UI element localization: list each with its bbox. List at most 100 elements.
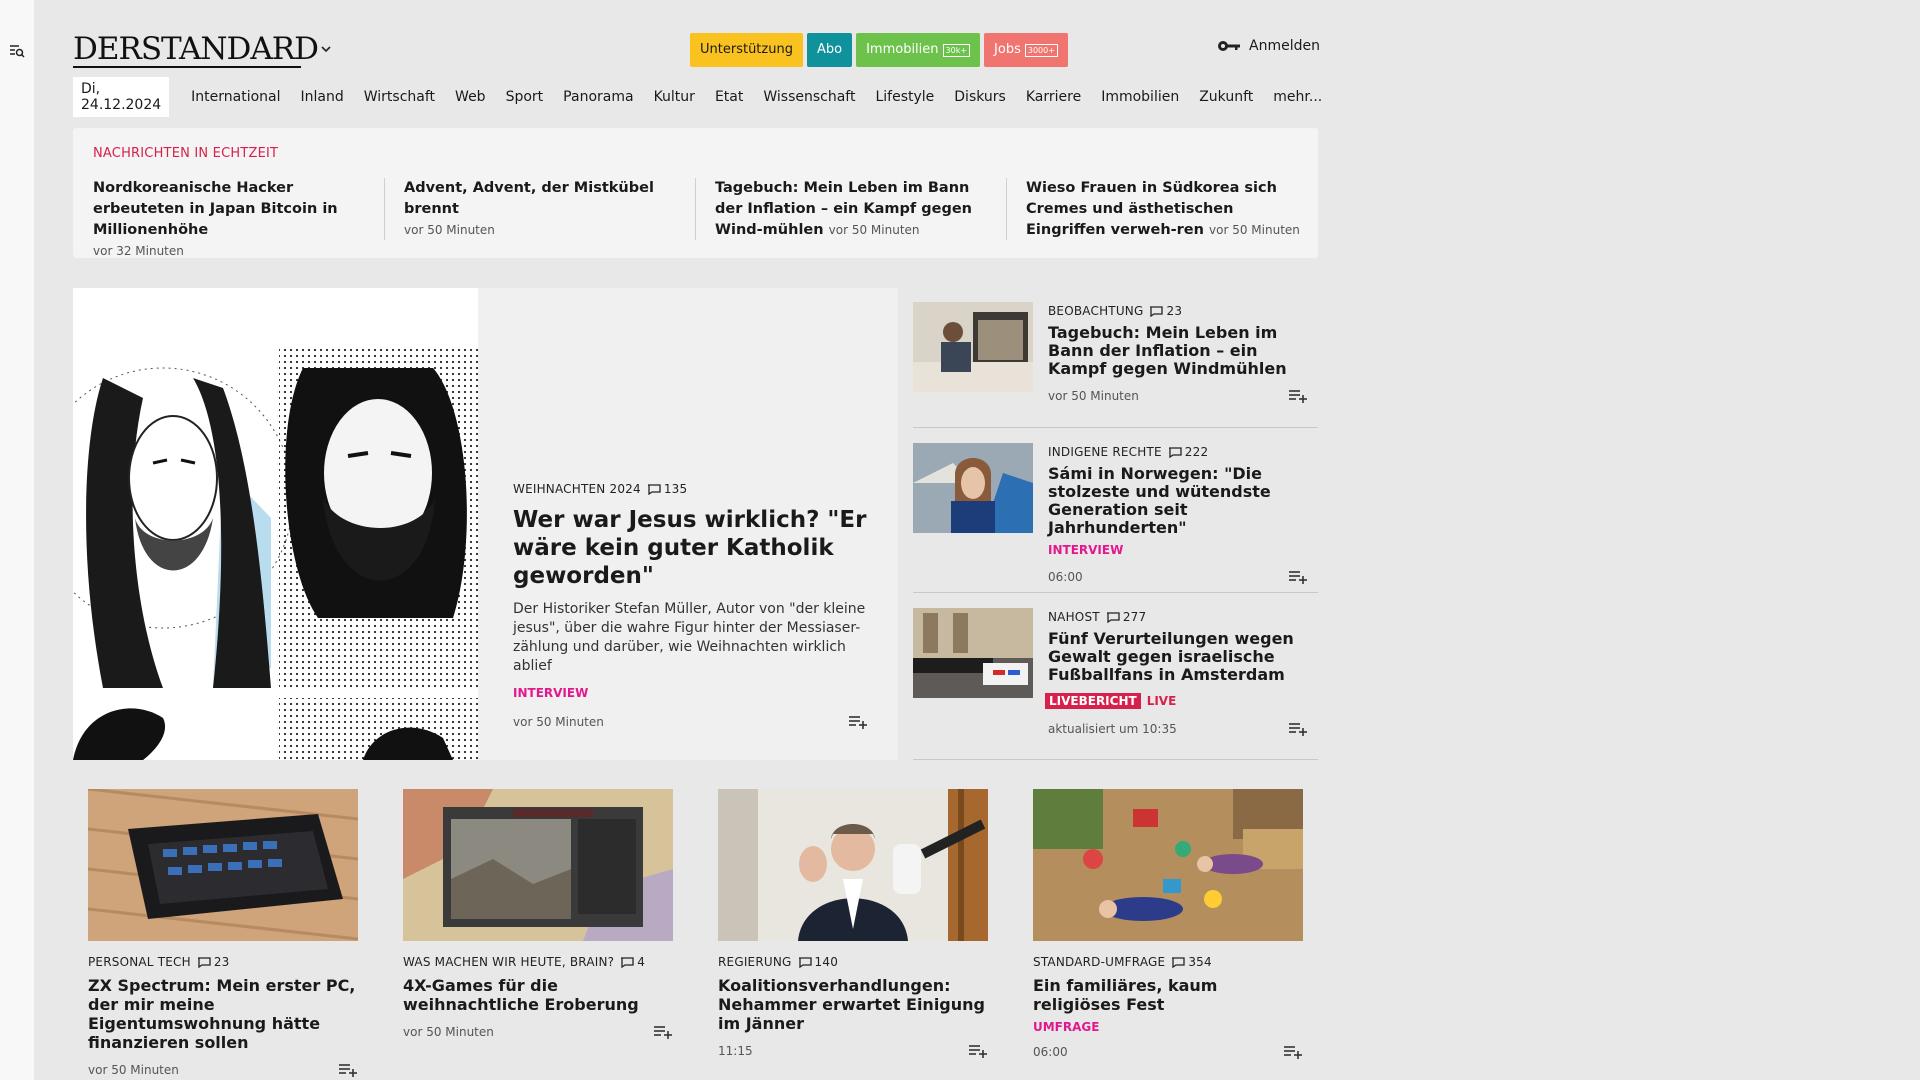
hero-kicker: WEIHNACHTEN 2024 bbox=[513, 482, 641, 496]
main-nav: Di, 24.12.2024 International Inland Wirt… bbox=[73, 77, 1332, 117]
article-time: vor 50 Minuten bbox=[88, 1063, 179, 1077]
article-meta: STANDARD-UMFRAGE 354 bbox=[1033, 955, 1303, 969]
article-card[interactable]: STANDARD-UMFRAGE 354 Ein familiäres, kau… bbox=[1033, 789, 1303, 1060]
article-title[interactable]: Koalitionsverhandlungen: Nehammer erwart… bbox=[718, 976, 988, 1033]
add-to-list-icon[interactable] bbox=[1283, 1044, 1303, 1060]
comment-count[interactable]: 222 bbox=[1168, 445, 1209, 459]
article-card[interactable]: PERSONAL TECH 23 ZX Spectrum: Mein erste… bbox=[88, 789, 358, 1078]
add-to-list-icon[interactable] bbox=[848, 714, 868, 730]
side-article[interactable]: BEOBACHTUNG 23 Tagebuch: Mein Leben im B… bbox=[913, 302, 1318, 412]
nav-item-lifestyle[interactable]: Lifestyle bbox=[865, 89, 944, 105]
article-meta: WAS MACHEN WIR HEUTE, BRAIN? 4 bbox=[403, 955, 673, 969]
nav-item-inland[interactable]: Inland bbox=[291, 89, 354, 105]
article-time: vor 50 Minuten bbox=[403, 1025, 494, 1039]
article-kicker: BEOBACHTUNG bbox=[1048, 304, 1144, 318]
chevron-down-icon[interactable] bbox=[319, 44, 333, 54]
add-to-list-icon[interactable] bbox=[968, 1043, 988, 1059]
article-card[interactable]: REGIERUNG 140 Koalitionsverhandlungen: N… bbox=[718, 789, 988, 1059]
comment-count-value: 23 bbox=[1166, 304, 1183, 318]
top-buttons: Unterstützung Abo Immobilien 30k+ Jobs 3… bbox=[690, 33, 1068, 67]
support-button[interactable]: Unterstützung bbox=[690, 33, 803, 67]
article-card[interactable]: WAS MACHEN WIR HEUTE, BRAIN? 4 4X-Games … bbox=[403, 789, 673, 1040]
hero-teaser: Der Historiker Stefan Müller, Autor von … bbox=[513, 601, 866, 674]
add-to-list-icon[interactable] bbox=[1288, 569, 1308, 585]
comment-count[interactable]: 23 bbox=[1149, 304, 1182, 318]
article-title[interactable]: 4X-Games für die weihnachtliche Eroberun… bbox=[403, 976, 673, 1014]
nav-item-etat[interactable]: Etat bbox=[705, 89, 753, 105]
article-footer: 11:15 bbox=[718, 1043, 988, 1059]
comment-count[interactable]: 4 bbox=[620, 955, 645, 969]
nav-item-international[interactable]: International bbox=[181, 89, 290, 105]
nav-item-web[interactable]: Web bbox=[445, 89, 496, 105]
jobs-button[interactable]: Jobs 3000+ bbox=[984, 33, 1068, 67]
ticker-time: vor 50 Minuten bbox=[828, 223, 920, 237]
search-menu-icon[interactable] bbox=[9, 43, 25, 59]
add-to-list-icon[interactable] bbox=[1288, 721, 1308, 737]
ticker-divider bbox=[1006, 178, 1007, 240]
comment-count-value: 23 bbox=[213, 955, 230, 969]
hero-text: WEIHNACHTEN 2024 135 Wer war Jesus wirkl… bbox=[513, 482, 868, 730]
comment-count[interactable]: 354 bbox=[1171, 955, 1212, 969]
comment-count[interactable]: 277 bbox=[1106, 610, 1147, 624]
nav-item-wissenschaft[interactable]: Wissenschaft bbox=[753, 89, 865, 105]
article-kicker: REGIERUNG bbox=[718, 955, 792, 969]
logo[interactable]: DERSTANDARD bbox=[73, 32, 319, 66]
comment-count[interactable]: 140 bbox=[798, 955, 839, 969]
article-meta: BEOBACHTUNG 23 bbox=[1048, 304, 1308, 318]
article-title[interactable]: Ein familiäres, kaum religiöses Fest bbox=[1033, 976, 1303, 1014]
ticker-headline: Nordkoreanische Hacker erbeuteten in Jap… bbox=[93, 180, 338, 238]
comment-count[interactable]: 135 bbox=[647, 482, 688, 496]
comment-icon bbox=[798, 956, 812, 968]
comment-icon bbox=[1172, 956, 1185, 968]
add-to-list-icon[interactable] bbox=[653, 1024, 673, 1040]
immobilien-button-label: Immobilien bbox=[866, 42, 939, 57]
nav-item-immobilien[interactable]: Immobilien bbox=[1091, 89, 1189, 105]
side-article[interactable]: NAHOST 277 Fünf Verurteilungen wegen Gew… bbox=[913, 608, 1318, 738]
nav-item-karriere[interactable]: Karriere bbox=[1016, 89, 1091, 105]
hero-article[interactable]: WEIHNACHTEN 2024 135 Wer war Jesus wirkl… bbox=[73, 288, 898, 760]
key-icon bbox=[1218, 41, 1240, 51]
ticker-item[interactable]: Wieso Frauen in Südkorea sich Cremes und… bbox=[1026, 178, 1301, 241]
hero-title[interactable]: Wer war Jesus wirklich? "Er wäre kein gu… bbox=[513, 506, 868, 590]
nav-item-zukunft[interactable]: Zukunft bbox=[1189, 89, 1263, 105]
abo-button[interactable]: Abo bbox=[806, 33, 853, 67]
comment-count-value: 354 bbox=[1188, 955, 1212, 969]
nav-item-wirtschaft[interactable]: Wirtschaft bbox=[354, 89, 445, 105]
nav-item-diskurs[interactable]: Diskurs bbox=[944, 89, 1016, 105]
article-title[interactable]: Fünf Verurteilungen wegen Gewalt gegen i… bbox=[1048, 630, 1308, 684]
hero-image bbox=[73, 288, 478, 760]
article-title[interactable]: ZX Spectrum: Mein erster PC, der mir mei… bbox=[88, 976, 358, 1052]
ticker-item[interactable]: Nordkoreanische Hacker erbeuteten in Jap… bbox=[93, 178, 368, 262]
nav-item-panorama[interactable]: Panorama bbox=[553, 89, 643, 105]
article-title[interactable]: Tagebuch: Mein Leben im Bann der Inflati… bbox=[1048, 324, 1308, 378]
comment-count-value: 277 bbox=[1122, 610, 1147, 624]
immobilien-button[interactable]: Immobilien 30k+ bbox=[856, 33, 981, 67]
jesus-illustration bbox=[73, 288, 478, 760]
comment-count[interactable]: 23 bbox=[197, 955, 230, 969]
article-image bbox=[718, 789, 988, 941]
ticker-item[interactable]: Tagebuch: Mein Leben im Bann der Inflati… bbox=[715, 178, 990, 241]
article-title[interactable]: Sámi in Norwegen: "Die stolzeste und wüt… bbox=[1048, 465, 1308, 537]
add-to-list-icon[interactable] bbox=[1288, 388, 1308, 404]
article-time: 06:00 bbox=[1048, 570, 1083, 584]
article-kicker: WAS MACHEN WIR HEUTE, BRAIN? bbox=[403, 955, 615, 969]
jobs-count-badge: 3000+ bbox=[1024, 43, 1058, 57]
comment-count-value: 4 bbox=[637, 955, 646, 969]
nav-item-kultur[interactable]: Kultur bbox=[644, 89, 705, 105]
add-to-list-icon[interactable] bbox=[338, 1062, 358, 1078]
ticker-item[interactable]: Advent, Advent, der Mistkübel brennt vor… bbox=[404, 178, 679, 241]
comment-count-value: 135 bbox=[663, 482, 688, 496]
ticker-divider bbox=[384, 178, 385, 240]
live-report-badge: LIVEBERICHT bbox=[1045, 693, 1141, 709]
login-button[interactable]: Anmelden bbox=[1217, 38, 1320, 54]
article-image bbox=[1033, 789, 1303, 941]
article-footer: vor 50 Minuten bbox=[1048, 388, 1308, 404]
side-article[interactable]: INDIGENE RECHTE 222 Sámi in Norwegen: "D… bbox=[913, 443, 1318, 584]
main-content: DERSTANDARD Unterstützung Abo Immobilien… bbox=[73, 0, 1322, 1080]
article-kicker: INDIGENE RECHTE bbox=[1048, 445, 1162, 459]
nav-item-sport[interactable]: Sport bbox=[496, 89, 554, 105]
nav-item-more[interactable]: mehr... bbox=[1263, 89, 1332, 105]
article-time: vor 50 Minuten bbox=[513, 715, 604, 729]
article-kicker: PERSONAL TECH bbox=[88, 955, 191, 969]
article-label: UMFRAGE bbox=[1033, 1020, 1100, 1034]
